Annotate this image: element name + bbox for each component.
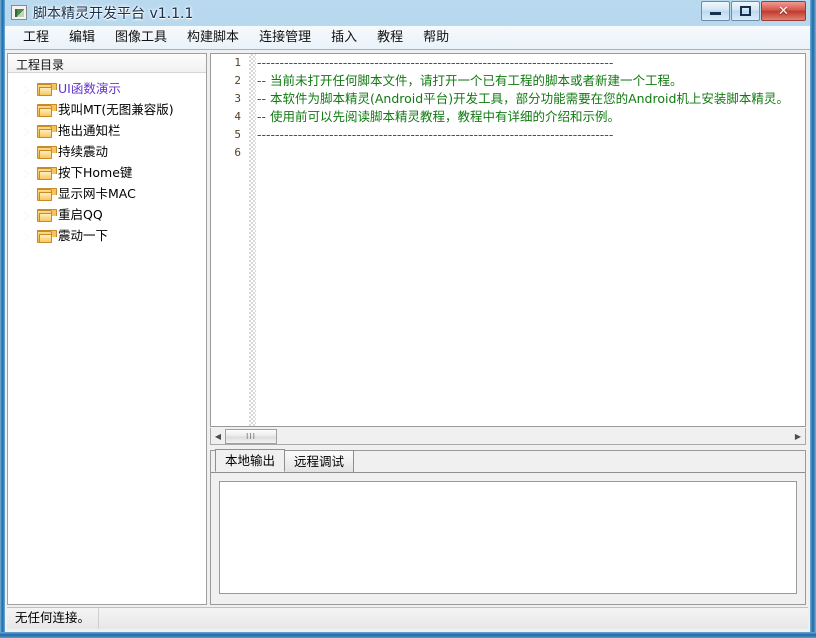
app-icon: [11, 5, 27, 20]
title-bar[interactable]: 脚本精灵开发平台 v1.1.1 ✕: [5, 0, 810, 26]
folder-icon: [37, 104, 57, 117]
gutter-separator: [249, 54, 256, 426]
tree-item-label: 我叫MT(无图兼容版): [58, 102, 174, 118]
minimize-icon: [710, 12, 721, 15]
chevron-right-icon[interactable]: [20, 125, 34, 139]
tree-item-label: 重启QQ: [58, 207, 103, 223]
tree-item-continuous-vibrate[interactable]: 持续震动: [8, 142, 206, 163]
menu-item-edit[interactable]: 编辑: [59, 28, 105, 47]
code-line: ----------------------------------------…: [257, 55, 614, 70]
scroll-left-arrow-icon[interactable]: ◀: [211, 429, 225, 444]
line-number: 3: [234, 92, 241, 105]
menu-item-image-tools[interactable]: 图像工具: [105, 28, 177, 47]
menu-item-build-script[interactable]: 构建脚本: [177, 28, 249, 47]
tree-item-label: 显示网卡MAC: [58, 186, 136, 202]
project-tree-panel: 工程目录 UI函数演示 我叫MT(无图兼容版) 拖出通知栏 持续震动 按下Hom…: [7, 53, 207, 605]
code-text-area[interactable]: ----------------------------------------…: [257, 54, 805, 426]
folder-icon: [37, 230, 57, 243]
tree-item-wo-jiao-mt[interactable]: 我叫MT(无图兼容版): [8, 100, 206, 121]
editor-horizontal-scrollbar[interactable]: ◀ III ▶: [210, 428, 806, 445]
tree-item-show-mac-address[interactable]: 显示网卡MAC: [8, 184, 206, 205]
line-number-gutter: 1 2 3 4 5 6: [211, 54, 249, 426]
folder-icon: [37, 167, 57, 180]
maximize-button[interactable]: [731, 1, 760, 21]
menu-item-insert[interactable]: 插入: [321, 28, 367, 47]
output-panel: 本地输出 远程调试: [210, 449, 806, 605]
tree-item-restart-qq[interactable]: 重启QQ: [8, 205, 206, 226]
client-area: 工程目录 UI函数演示 我叫MT(无图兼容版) 拖出通知栏 持续震动 按下Hom…: [5, 50, 810, 632]
code-line: -- 本软件为脚本精灵(Android平台)开发工具，部分功能需要在您的Andr…: [257, 91, 789, 106]
menu-item-tutorial[interactable]: 教程: [367, 28, 413, 47]
window-title: 脚本精灵开发平台 v1.1.1: [33, 6, 194, 22]
line-number: 6: [234, 146, 241, 159]
tree-item-drag-notification-bar[interactable]: 拖出通知栏: [8, 121, 206, 142]
tree-item-label: 震动一下: [58, 228, 109, 244]
tree-item-label: UI函数演示: [58, 81, 121, 97]
close-icon: ✕: [778, 3, 789, 19]
tree-item-ui-function-demo[interactable]: UI函数演示: [8, 79, 206, 100]
chevron-right-icon[interactable]: [20, 104, 34, 118]
scroll-right-arrow-icon[interactable]: ▶: [791, 429, 805, 444]
application-window: 脚本精灵开发平台 v1.1.1 ✕ 工程 编辑 图像工具 构建脚本 连接管理 插…: [0, 0, 816, 638]
code-line: ----------------------------------------…: [257, 127, 614, 142]
tree-item-label: 持续震动: [58, 144, 109, 160]
scrollbar-thumb[interactable]: III: [225, 428, 277, 444]
project-tree-header: 工程目录: [8, 54, 206, 73]
status-bar: 无任何连接。: [7, 607, 808, 629]
tree-item-vibrate-once[interactable]: 震动一下: [8, 226, 206, 247]
code-line: -- 当前未打开任何脚本文件，请打开一个已有工程的脚本或者新建一个工程。: [257, 73, 683, 88]
chevron-right-icon[interactable]: [20, 209, 34, 223]
line-number: 5: [234, 128, 241, 141]
window-border-right: [810, 0, 816, 638]
output-tab-strip: 本地输出 远程调试: [211, 449, 805, 473]
window-controls: ✕: [700, 1, 806, 21]
tab-local-output[interactable]: 本地输出: [215, 449, 286, 472]
line-number: 2: [234, 74, 241, 87]
tree-item-label: 按下Home键: [58, 165, 133, 181]
folder-icon: [37, 146, 57, 159]
tab-remote-debug[interactable]: 远程调试: [284, 450, 355, 472]
tree-item-label: 拖出通知栏: [58, 123, 121, 139]
menu-item-help[interactable]: 帮助: [413, 28, 459, 47]
chevron-right-icon[interactable]: [20, 188, 34, 202]
folder-icon: [37, 188, 57, 201]
code-editor-panel[interactable]: 1 2 3 4 5 6 ----------------------------…: [210, 53, 806, 427]
chevron-right-icon[interactable]: [20, 167, 34, 181]
folder-icon: [37, 83, 57, 96]
chevron-right-icon[interactable]: [20, 83, 34, 97]
chevron-right-icon[interactable]: [20, 146, 34, 160]
menu-item-connection-manage[interactable]: 连接管理: [249, 28, 321, 47]
output-text-area[interactable]: [219, 481, 797, 594]
line-number: 1: [234, 56, 241, 69]
project-tree-list: UI函数演示 我叫MT(无图兼容版) 拖出通知栏 持续震动 按下Home键 显示…: [8, 73, 206, 247]
chevron-right-icon[interactable]: [20, 230, 34, 244]
window-border-bottom: [0, 632, 816, 638]
code-line: -- 使用前可以先阅读脚本精灵教程，教程中有详细的介绍和示例。: [257, 109, 620, 124]
minimize-button[interactable]: [701, 1, 730, 21]
status-text: 无任何连接。: [7, 608, 100, 629]
menu-bar: 工程 编辑 图像工具 构建脚本 连接管理 插入 教程 帮助: [5, 26, 810, 50]
line-number: 4: [234, 110, 241, 123]
folder-icon: [37, 125, 57, 138]
menu-item-project[interactable]: 工程: [13, 28, 59, 47]
close-button[interactable]: ✕: [761, 1, 806, 21]
tree-item-press-home-key[interactable]: 按下Home键: [8, 163, 206, 184]
maximize-icon: [740, 6, 751, 16]
folder-icon: [37, 209, 57, 222]
